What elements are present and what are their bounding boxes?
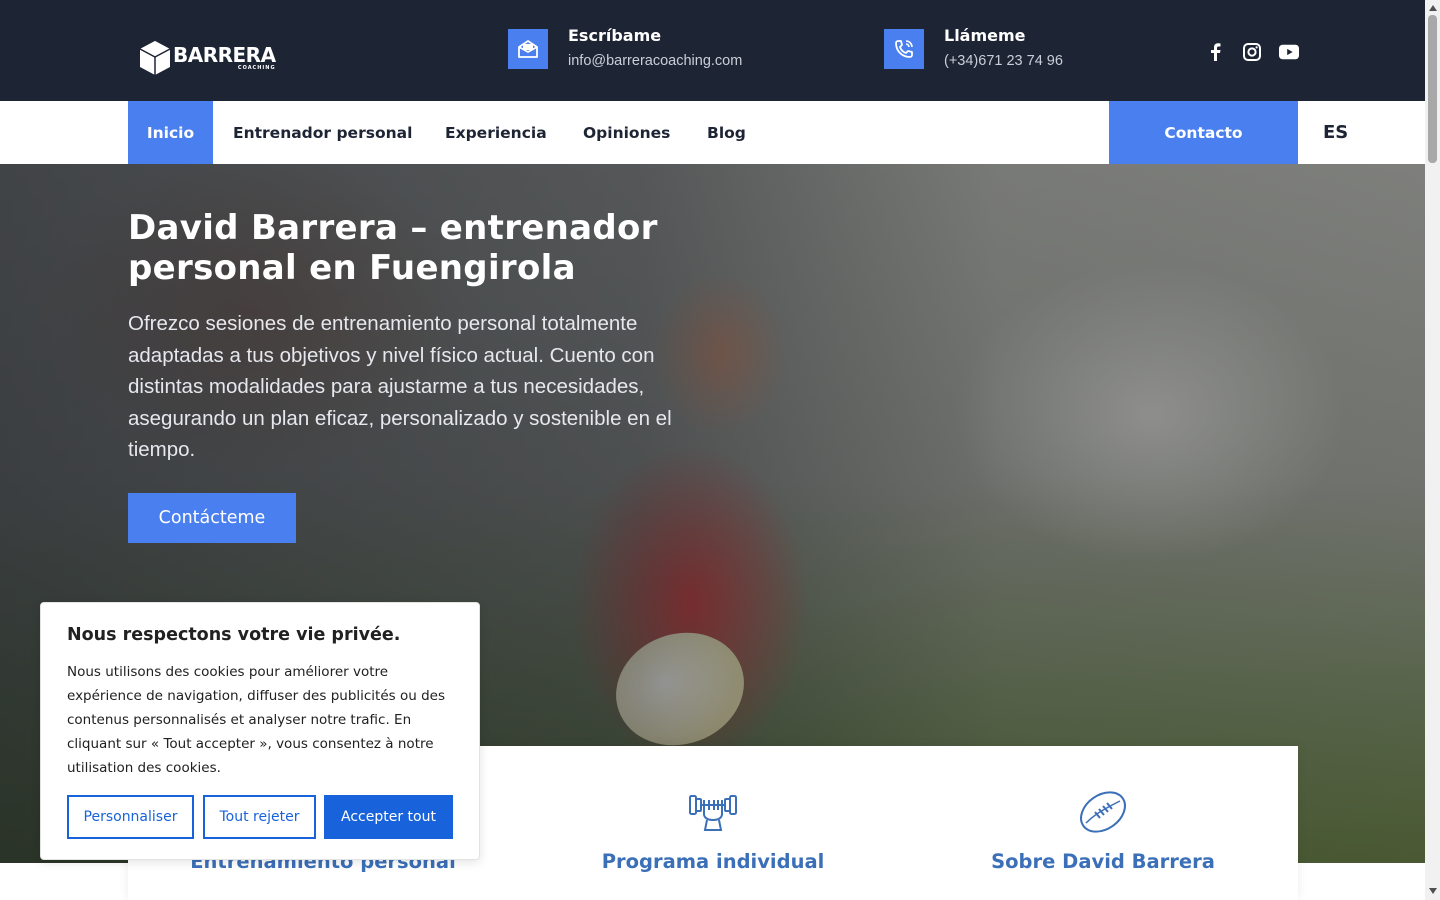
- email-title: Escríbame: [568, 26, 662, 45]
- contact-me-button[interactable]: Contácteme: [128, 493, 296, 543]
- scrollbar-thumb[interactable]: [1428, 15, 1437, 163]
- logo-subtitle: COACHING: [237, 65, 276, 71]
- nav-item-experiencia[interactable]: Experiencia: [445, 101, 547, 164]
- cookie-consent-banner: Nous respectons votre vie privée. Nous u…: [40, 602, 480, 860]
- social-links: [1205, 42, 1316, 62]
- main-nav: Inicio Entrenador personal Experiencia O…: [0, 101, 1425, 164]
- scroll-up-arrow-icon[interactable]: [1425, 0, 1440, 15]
- cookie-title: Nous respectons votre vie privée.: [67, 625, 401, 645]
- facebook-icon[interactable]: [1205, 42, 1225, 62]
- phone-icon: [884, 29, 924, 69]
- service-title: Sobre David Barrera: [991, 850, 1215, 873]
- cookie-text: Nous utilisons des cookies pour améliore…: [67, 664, 445, 776]
- rugby-ball-icon: [1080, 791, 1126, 833]
- service-programa-individual[interactable]: Programa individual: [518, 746, 908, 900]
- nav-item-opiniones[interactable]: Opiniones: [583, 101, 670, 164]
- accept-all-button[interactable]: Accepter tout: [324, 795, 453, 839]
- nav-item-blog[interactable]: Blog: [707, 101, 746, 164]
- phone-value[interactable]: (+34)671 23 74 96: [944, 53, 1063, 69]
- youtube-icon[interactable]: [1279, 42, 1299, 62]
- email-value[interactable]: info@barreracoaching.com: [568, 53, 742, 69]
- dumbbell-hand-icon: [689, 795, 737, 831]
- customize-button[interactable]: Personnaliser: [67, 795, 194, 839]
- phone-title: Llámeme: [944, 26, 1026, 45]
- service-sobre-david-barrera[interactable]: Sobre David Barrera: [908, 746, 1298, 900]
- nav-item-inicio[interactable]: Inicio: [128, 101, 213, 164]
- top-bar: BARRERA COACHING Escríbame info@barrerac…: [0, 0, 1425, 101]
- page-scrollbar[interactable]: [1425, 0, 1440, 900]
- nav-contact-button[interactable]: Contacto: [1109, 101, 1298, 164]
- instagram-icon[interactable]: [1242, 42, 1262, 62]
- logo-name: BARRERA: [173, 43, 276, 67]
- reject-all-button[interactable]: Tout rejeter: [203, 795, 316, 839]
- hero-title: David Barrera – entrenador personal en F…: [128, 208, 658, 288]
- envelope-icon: [508, 29, 548, 69]
- service-title: Programa individual: [601, 850, 825, 873]
- phone-contact[interactable]: Llámeme (+34)671 23 74 96: [884, 26, 1063, 69]
- logo[interactable]: BARRERA COACHING: [138, 39, 276, 77]
- scroll-down-arrow-icon[interactable]: [1425, 883, 1440, 898]
- nav-item-entrenador-personal[interactable]: Entrenador personal: [233, 101, 412, 164]
- hero-description: Ofrezco sesiones de entrenamiento person…: [128, 312, 672, 461]
- email-contact[interactable]: Escríbame info@barreracoaching.com: [508, 26, 742, 69]
- language-selector[interactable]: ES: [1323, 101, 1348, 164]
- logo-cube-icon: [139, 41, 171, 75]
